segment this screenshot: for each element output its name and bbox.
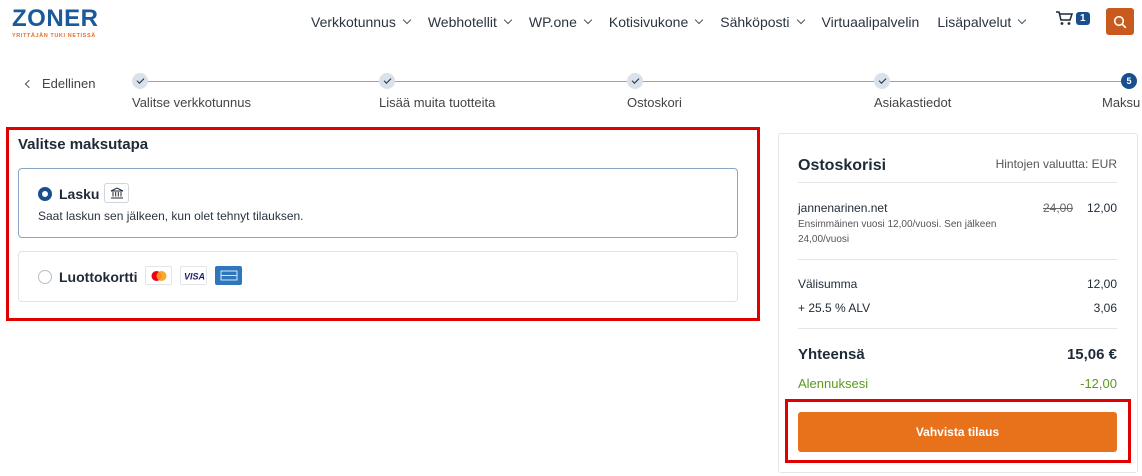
step-5-number: 5 [1121,73,1137,89]
chevron-left-icon [24,79,34,88]
divider [798,328,1117,329]
option-lasku-description: Saat laskun sen jälkeen, kun olet tehnyt… [38,209,304,223]
divider [798,182,1117,183]
search-icon [1113,15,1127,28]
back-label: Edellinen [42,76,96,91]
vat-value: 3,06 [1093,301,1117,315]
visa-icon: VISA [180,266,207,285]
chevron-down-icon [796,15,805,25]
cart-button[interactable]: 1 [1055,10,1090,26]
back-link[interactable]: Edellinen [24,76,96,91]
payment-option-lasku[interactable] [18,168,738,238]
discount-label: Alennuksesi [798,376,869,391]
bank-icon [104,183,129,203]
vat-label: + 25.5 % ALV [798,301,871,315]
subtotal-value: 12,00 [1086,277,1117,291]
step-1-label: Valitse verkkotunnus [132,95,251,110]
svg-text:VISA: VISA [184,271,205,281]
chevron-down-icon [402,15,412,25]
chevron-down-icon [583,15,593,25]
currency-note: Hintojen valuutta: EUR [995,157,1117,171]
radio-lasku[interactable] [38,187,52,201]
total-value: 15,06 € [1066,346,1117,363]
main-nav: Verkkotunnus Webhotellit WP.one Kotisivu… [311,14,1043,30]
nav-item-wpone[interactable]: WP.one [528,14,593,30]
chevron-down-icon [695,15,704,25]
nav-item-kotisivukone[interactable]: Kotisivukone [608,14,704,30]
cart-item-price: 12,00 [1086,201,1117,215]
zoner-logo[interactable]: ZONER YRITTÄJÄN TUKI NETISSÄ [12,5,99,40]
step-2-label: Lisää muita tuotteita [379,95,496,110]
step-1-check-icon [132,73,148,89]
radio-luottokortti[interactable] [38,270,52,284]
step-5-label: Maksu [1102,95,1141,110]
payment-title: Valitse maksutapa [18,136,149,153]
nav-item-lisapalvelut[interactable]: Lisäpalvelut [937,14,1027,30]
nav-item-label: WP.one [528,14,577,30]
step-2-check-icon [379,73,395,89]
amex-icon [215,266,242,285]
logo-tagline: YRITTÄJÄN TUKI NETISSÄ [12,33,96,39]
chevron-down-icon [503,15,513,25]
nav-item-label: Virtuaalipalvelin [821,14,920,30]
option-luottokortti-label: Luottokortti [59,269,138,285]
step-4-check-icon [874,73,890,89]
step-3-label: Ostoskori [627,95,682,110]
chevron-down-icon [1018,15,1027,25]
cart-item-name: jannenarinen.net [798,201,888,215]
mastercard-icon [145,266,172,285]
nav-item-verkkotunnus[interactable]: Verkkotunnus [311,14,412,30]
cart-title: Ostoskorisi [798,157,887,174]
logo-wordmark: ZONER [12,5,99,32]
nav-item-webhotellit[interactable]: Webhotellit [427,14,513,30]
nav-item-label: Sähköposti [720,14,790,30]
nav-item-label: Lisäpalvelut [937,14,1012,30]
step-4-label: Asiakastiedot [874,95,952,110]
step-3-check-icon [627,73,643,89]
cart-item-old-price: 24,00 [1043,201,1074,215]
nav-item-virtuaalipalvelin[interactable]: Virtuaalipalvelin [822,14,920,30]
option-lasku-label: Lasku [59,186,100,202]
total-label: Yhteensä [798,346,865,363]
confirm-order-button[interactable]: Vahvista tilaus [798,412,1117,452]
divider [798,259,1117,260]
subtotal-label: Välisumma [798,277,858,291]
nav-item-sahkoposti[interactable]: Sähköposti [720,14,805,30]
cart-icon [1056,11,1073,25]
cart-item-note: Ensimmäinen vuosi 12,00/vuosi. Sen jälke… [798,219,997,245]
search-button[interactable] [1106,8,1134,35]
nav-item-label: Kotisivukone [608,14,689,30]
nav-item-label: Verkkotunnus [311,14,396,30]
cart-count-badge: 1 [1076,11,1090,25]
nav-item-label: Webhotellit [427,14,497,30]
discount-value: -12,00 [1080,376,1117,391]
